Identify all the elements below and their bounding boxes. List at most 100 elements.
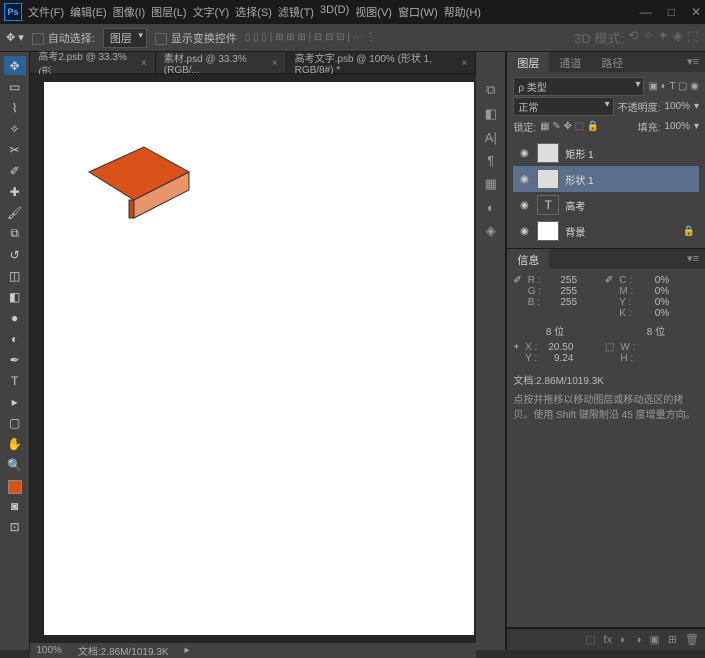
- document-tabs: 高考2.psb @ 33.3% (形...× 素材.psd @ 33.3%(RG…: [30, 52, 476, 74]
- screenmode-tool[interactable]: ⊡: [4, 517, 26, 536]
- marquee-tool[interactable]: ▭: [4, 77, 26, 96]
- move-tool[interactable]: ✥: [4, 56, 26, 75]
- fill-value[interactable]: 100%: [664, 121, 690, 132]
- hand-tool[interactable]: ✋: [4, 434, 26, 453]
- group-icon[interactable]: ▣: [649, 633, 659, 646]
- history-icon[interactable]: ⧉: [486, 82, 495, 98]
- char-icon[interactable]: A|: [485, 130, 497, 145]
- visibility-icon[interactable]: ◉: [517, 200, 531, 211]
- layer-filter[interactable]: ρ 类型: [513, 77, 644, 96]
- zoom-level[interactable]: 100%: [36, 645, 62, 656]
- layer-row[interactable]: ◉ 矩形 1: [513, 140, 699, 166]
- history-brush-tool[interactable]: ↺: [4, 245, 26, 264]
- blend-mode[interactable]: 正常: [513, 97, 613, 116]
- tab-2[interactable]: 高考文字.psb @ 100% (形状 1, RGB/8#) *×: [287, 52, 477, 73]
- menu-window[interactable]: 窗口(W): [398, 4, 438, 20]
- close-icon[interactable]: ×: [272, 58, 278, 69]
- menu-view[interactable]: 视图(V): [355, 4, 392, 20]
- 3d-icon-5[interactable]: ⬚: [687, 28, 699, 47]
- fill-adjust-icon[interactable]: ◑: [635, 634, 642, 646]
- menu-select[interactable]: 选择(S): [235, 4, 272, 20]
- opacity-label: 不透明度:: [618, 99, 661, 114]
- canvas[interactable]: [44, 82, 474, 635]
- 3d-icon-3[interactable]: ✦: [658, 28, 669, 47]
- gradient-tool[interactable]: ◧: [4, 287, 26, 306]
- styles-icon[interactable]: ◈: [486, 223, 496, 239]
- move-tool-icon: ✥ ▾: [6, 31, 24, 44]
- eyedropper-tool[interactable]: ✐: [4, 161, 26, 180]
- canvas-area[interactable]: [30, 74, 476, 643]
- tab-0[interactable]: 高考2.psb @ 33.3% (形...×: [30, 52, 155, 73]
- visibility-icon[interactable]: ◉: [517, 148, 531, 159]
- align-icons[interactable]: ▯ ▯ ▯ | ⊞ ⊞ ⊞ | ⊟ ⊟ ⊟ | ⋯ ⋮: [245, 32, 376, 43]
- minimize-button[interactable]: —: [640, 5, 652, 19]
- layers-footer: ⬚ fx ◐ ◑ ▣ ⊞ 🗑: [507, 628, 705, 650]
- quickmask-tool[interactable]: ◙: [4, 496, 26, 515]
- close-icon[interactable]: ×: [141, 58, 147, 69]
- wand-tool[interactable]: ✧: [4, 119, 26, 138]
- trash-icon[interactable]: 🗑: [685, 633, 699, 646]
- menu-type[interactable]: 文字(Y): [193, 4, 230, 20]
- mask-icon[interactable]: ◐: [620, 634, 627, 646]
- menu-3d[interactable]: 3D(D): [320, 4, 349, 20]
- adjust-icon[interactable]: ◐: [487, 200, 495, 215]
- menu-edit[interactable]: 编辑(E): [70, 4, 107, 20]
- layer-row[interactable]: ◉ 背景 🔒: [513, 218, 699, 244]
- layer-row[interactable]: ◉ 形状 1: [513, 166, 699, 192]
- layers-tab[interactable]: 图层: [507, 52, 549, 72]
- para-icon[interactable]: ¶: [487, 153, 494, 168]
- pen-tool[interactable]: ✒: [4, 350, 26, 369]
- lock-icons[interactable]: ▦ ✎ ✥ ⬚ 🔒: [540, 121, 599, 132]
- 3d-icon-2[interactable]: ✧: [643, 28, 654, 47]
- zoom-tool[interactable]: 🔍: [4, 455, 26, 474]
- 3d-icon-4[interactable]: ◈: [673, 28, 683, 47]
- layer-name: 矩形 1: [565, 146, 593, 161]
- new-layer-icon[interactable]: ⊞: [668, 633, 677, 646]
- menu-file[interactable]: 文件(F): [28, 4, 64, 20]
- menubar: 文件(F) 编辑(E) 图像(I) 图层(L) 文字(Y) 选择(S) 滤镜(T…: [28, 4, 481, 20]
- foreground-swatch[interactable]: [8, 480, 22, 494]
- filter-icons[interactable]: ▣ ◐ T ▢ ◉: [648, 81, 699, 92]
- auto-select-mode[interactable]: 图层: [103, 28, 147, 48]
- maximize-button[interactable]: □: [668, 5, 675, 19]
- info-hint: 点按并拖移以移动图层或移动选区的拷贝。使用 Shift 键限制沿 45 度增量方…: [513, 393, 699, 423]
- layer-row[interactable]: ◉ T 高考: [513, 192, 699, 218]
- link-icon[interactable]: ⬚: [585, 633, 595, 646]
- window-controls: — □ ✕: [640, 5, 701, 19]
- layers-panel: 图层 通道 路径 ▾≡ ρ 类型 ▣ ◐ T ▢ ◉ 正常 不透明度: 100%…: [507, 52, 705, 249]
- brush-tool[interactable]: 🖌: [4, 203, 26, 222]
- auto-select-checkbox[interactable]: 自动选择:: [32, 30, 95, 46]
- lock-label: 锁定:: [513, 119, 536, 134]
- channels-tab[interactable]: 通道: [549, 52, 591, 72]
- swatches-icon[interactable]: ▦: [485, 176, 497, 192]
- paths-tab[interactable]: 路径: [591, 52, 633, 72]
- lasso-tool[interactable]: ⌇: [4, 98, 26, 117]
- panel-menu-icon[interactable]: ▾≡: [681, 249, 705, 269]
- stamp-tool[interactable]: ⧉: [4, 224, 26, 243]
- tab-1[interactable]: 素材.psd @ 33.3%(RGB/...×: [156, 52, 287, 73]
- fx-icon[interactable]: fx: [604, 634, 613, 646]
- menu-image[interactable]: 图像(I): [113, 4, 145, 20]
- close-button[interactable]: ✕: [691, 5, 701, 19]
- heal-tool[interactable]: ✚: [4, 182, 26, 201]
- eraser-tool[interactable]: ◫: [4, 266, 26, 285]
- path-select-tool[interactable]: ▸: [4, 392, 26, 411]
- menu-help[interactable]: 帮助(H): [444, 4, 481, 20]
- dodge-tool[interactable]: ◐: [4, 329, 26, 348]
- menu-filter[interactable]: 滤镜(T): [278, 4, 314, 20]
- color-icon[interactable]: ◧: [485, 106, 497, 122]
- blur-tool[interactable]: ●: [4, 308, 26, 327]
- shape-tool[interactable]: ▢: [4, 413, 26, 432]
- menu-layer[interactable]: 图层(L): [151, 4, 186, 20]
- visibility-icon[interactable]: ◉: [517, 174, 531, 185]
- type-tool[interactable]: T: [4, 371, 26, 390]
- opacity-value[interactable]: 100%: [664, 101, 690, 112]
- panel-menu-icon[interactable]: ▾≡: [681, 52, 705, 72]
- show-transform-checkbox[interactable]: 显示变换控件: [155, 30, 237, 46]
- layer-thumb: [537, 169, 559, 189]
- info-tab[interactable]: 信息: [507, 249, 549, 269]
- visibility-icon[interactable]: ◉: [517, 226, 531, 237]
- 3d-icon-1[interactable]: ⟲: [628, 28, 639, 47]
- close-icon[interactable]: ×: [461, 58, 467, 69]
- crop-tool[interactable]: ✂: [4, 140, 26, 159]
